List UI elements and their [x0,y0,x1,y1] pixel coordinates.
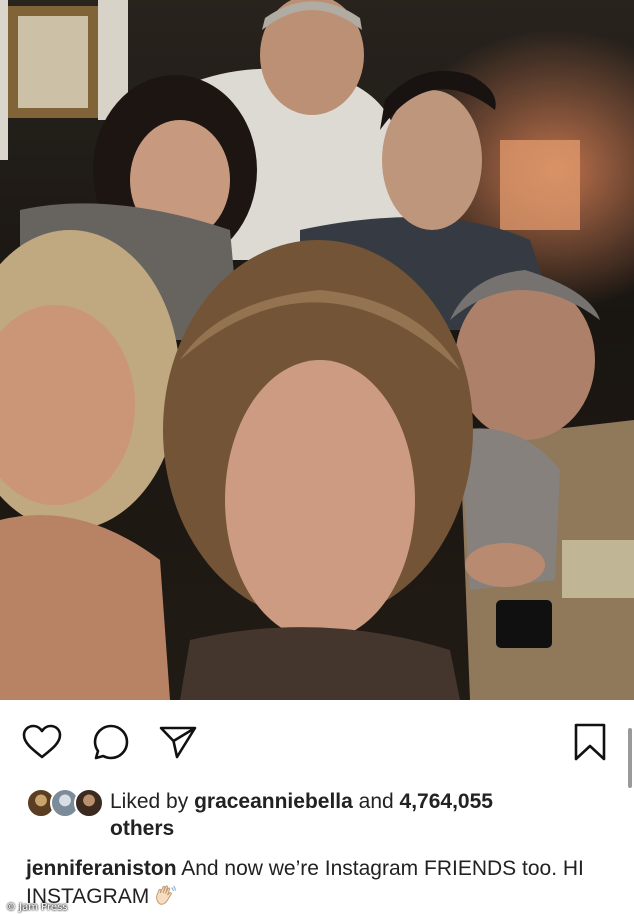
instagram-post: Liked by graceanniebella and 4,764,055 o… [0,0,634,916]
likes-suffix[interactable]: others [110,817,174,840]
share-button[interactable] [156,720,200,764]
comment-button[interactable] [89,720,133,764]
post-actions [0,700,634,784]
like-button[interactable] [20,720,64,764]
likes-summary[interactable]: Liked by graceanniebella and 4,764,055 o… [110,788,610,842]
post-caption: jenniferaniston And now we’re Instagram … [26,855,616,911]
likes-count[interactable]: 4,764,055 [400,790,493,813]
paper-plane-icon [159,726,197,759]
watermark: © Jam Press [6,902,68,913]
heart-icon [22,724,62,759]
scrollbar[interactable] [628,728,632,788]
group-selfie-photo [0,0,634,700]
save-button[interactable] [568,720,612,764]
waving-hand-icon [156,885,177,905]
bookmark-icon [574,723,606,761]
likes-middle: and [352,790,400,813]
liker-username[interactable]: graceanniebella [194,790,353,813]
likes-row: Liked by graceanniebella and 4,764,055 o… [26,786,606,842]
comment-bubble-icon [93,724,129,760]
avatar[interactable] [74,788,104,818]
post-photo[interactable] [0,0,634,700]
liker-avatars [26,788,104,820]
caption-username[interactable]: jenniferaniston [26,857,177,880]
likes-prefix: Liked by [110,790,195,813]
